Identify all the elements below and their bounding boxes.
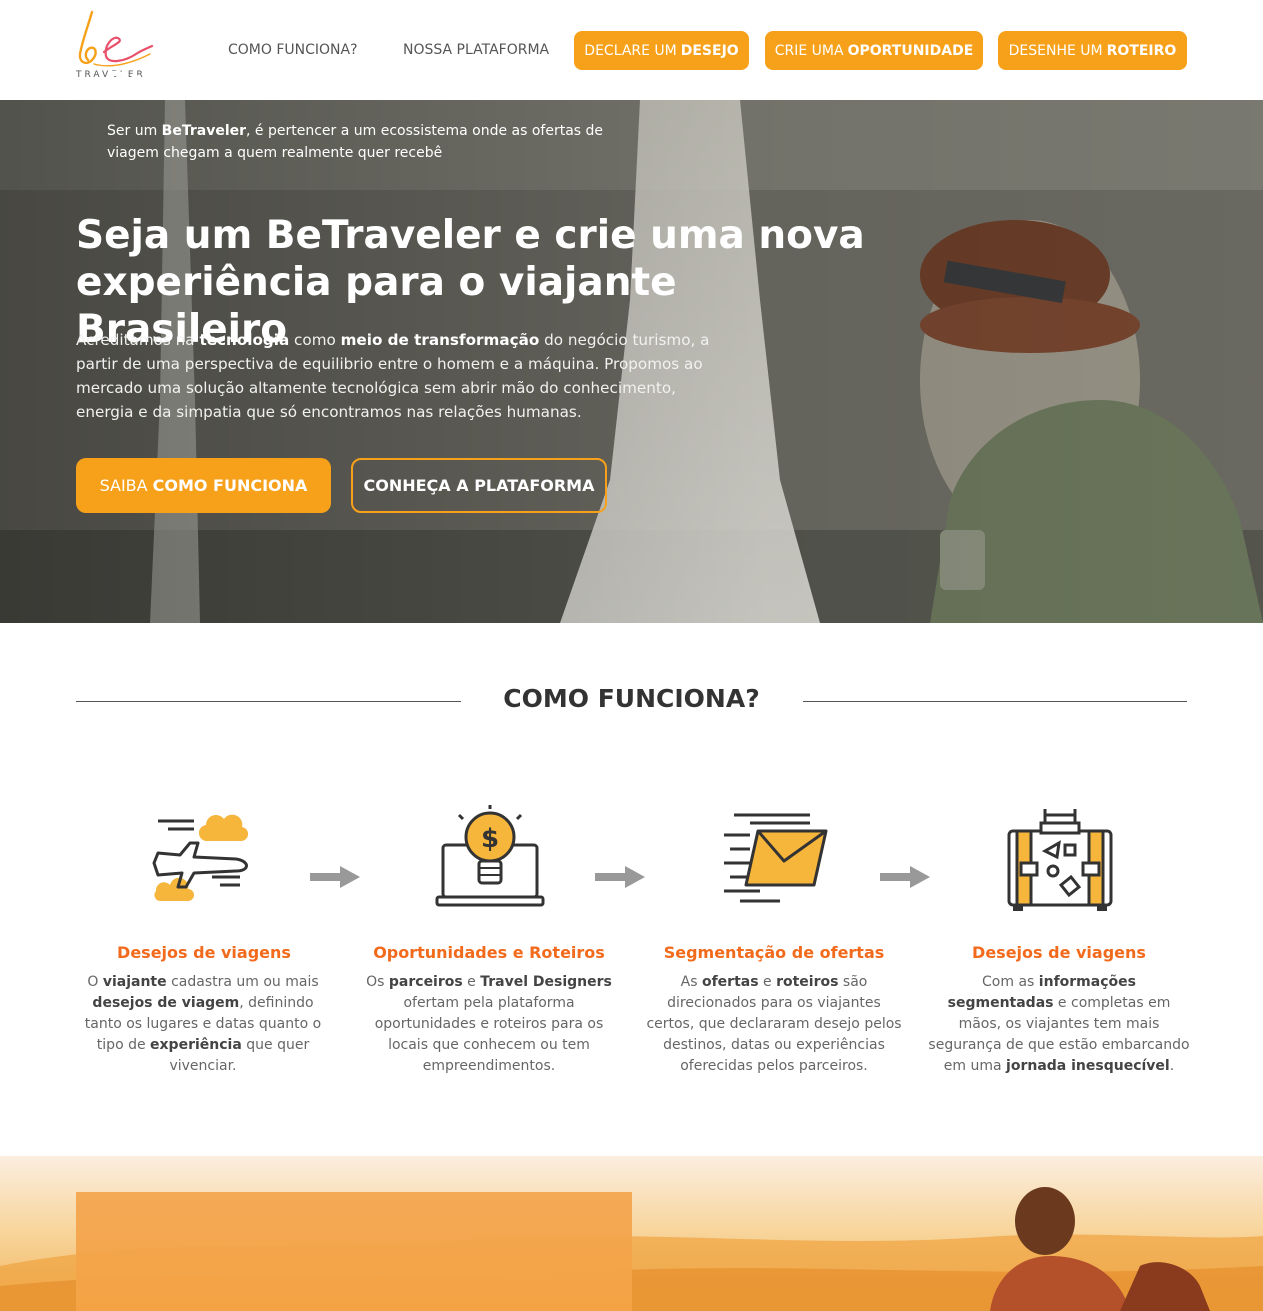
hero-section: Seja um BeTraveler e crie uma nova exper…: [0, 100, 1263, 623]
step-2-title: Oportunidades e Roteiros: [373, 943, 605, 962]
logo-mark-icon: [78, 10, 154, 67]
step-text-bold: experiência: [150, 1037, 242, 1053]
hero-text-part: Acreditamos na: [76, 331, 200, 349]
bottom-text-bold: BeTraveler: [161, 123, 247, 139]
bottom-text: Ser um BeTraveler, é pertencer a um ecos…: [107, 120, 607, 164]
step-text-part: ofertam pela plataforma oportunidades e …: [374, 995, 604, 1074]
hero-text-bold: meio de transformação: [340, 331, 540, 349]
step-text-part: .: [1169, 1058, 1175, 1074]
step-text-bold: Travel Designers: [480, 974, 612, 990]
step-text-part: As: [680, 974, 702, 990]
bottom-card: [76, 1192, 632, 1311]
step-1-title: Desejos de viagens: [117, 943, 291, 962]
step-text-bold: ofertas: [701, 974, 759, 990]
step-3-title: Segmentação de ofertas: [663, 943, 885, 962]
bottom-title: Desejo, visualização e conexão: [107, 66, 544, 95]
step-text-part: e: [462, 974, 481, 990]
bottom-text-prefix: Ser um: [107, 123, 162, 139]
arrow-right-icon: [310, 866, 360, 888]
step-4-title: Desejos de viagens: [972, 943, 1146, 962]
step-text-part: O: [87, 974, 103, 990]
section-title: COMO FUNCIONA?: [503, 684, 760, 713]
step-1-text: O viajante cadastra um ou mais desejos d…: [72, 972, 334, 1077]
step-3-text: As ofertas e roteiros são direcionados p…: [643, 972, 905, 1077]
declare-desejo-button[interactable]: DECLARE UM DESEJO: [574, 31, 749, 70]
step-text-part: Com as: [982, 974, 1039, 990]
hero-description: Acreditamos na tecnologia como meio de t…: [76, 328, 736, 424]
saiba-prefix: SAIBA: [99, 476, 148, 495]
crie-oportunidade-prefix: CRIE UMA: [774, 42, 844, 59]
step-text-bold: roteiros: [776, 974, 839, 990]
declare-desejo-prefix: DECLARE UM: [584, 42, 677, 59]
crie-oportunidade-bold: OPORTUNIDADE: [847, 42, 974, 59]
step-text-bold: desejos de viagem: [92, 995, 240, 1011]
saiba-bold: COMO FUNCIONA: [152, 476, 308, 495]
desenhe-roteiro-button[interactable]: DESENHE UM ROTEIRO: [998, 31, 1187, 70]
nav-link-como-funciona[interactable]: COMO FUNCIONA?: [228, 42, 358, 58]
step-text-bold: jornada inesquecível: [1006, 1058, 1170, 1074]
suitcase-icon: [1007, 809, 1113, 911]
conheca-plataforma-button[interactable]: CONHEÇA A PLATAFORMA: [351, 458, 607, 513]
lightbulb-laptop-icon: $: [435, 805, 545, 907]
desenhe-roteiro-prefix: DESENHE UM: [1008, 42, 1103, 59]
crie-oportunidade-button[interactable]: CRIE UMA OPORTUNIDADE: [765, 31, 983, 70]
hero-text-part: como: [289, 331, 341, 349]
airplane-icon: [152, 814, 249, 901]
declare-desejo-bold: DESEJO: [680, 42, 739, 59]
arrow-right-icon: [595, 866, 645, 888]
hero-text-bold: tecnologia: [199, 331, 290, 349]
envelope-icon: [724, 813, 828, 903]
page: TRAVELER COMO FUNCIONA? NOSSA PLATAFORMA…: [0, 0, 1263, 1311]
saiba-como-funciona-button[interactable]: SAIBA COMO FUNCIONA: [76, 458, 331, 513]
svg-text:$: $: [481, 824, 499, 854]
step-text-part: cadastra um ou mais: [166, 974, 319, 990]
step-text-part: Os: [366, 974, 389, 990]
desenhe-roteiro-bold: ROTEIRO: [1106, 42, 1177, 59]
step-text-bold: viajante: [102, 974, 167, 990]
step-4-text: Com as informações segmentadas e complet…: [928, 972, 1190, 1077]
bottom-section: [0, 1156, 1263, 1311]
step-text-part: e: [758, 974, 777, 990]
nav-link-plataforma[interactable]: NOSSA PLATAFORMA: [403, 42, 549, 58]
step-2-text: Os parceiros e Travel Designers ofertam …: [358, 972, 620, 1077]
step-text-bold: parceiros: [388, 974, 463, 990]
arrow-right-icon: [880, 866, 930, 888]
